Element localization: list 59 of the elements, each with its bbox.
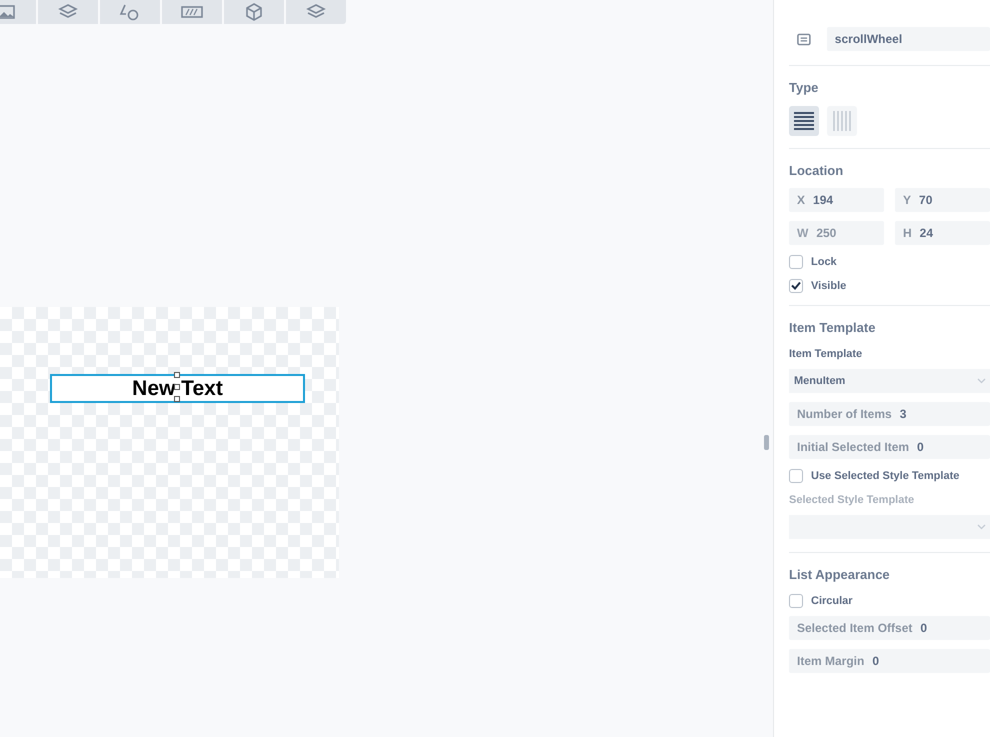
section-title: Type bbox=[789, 79, 820, 97]
field-value: 0 bbox=[920, 620, 928, 637]
section-title: List Appearance bbox=[789, 566, 891, 584]
chevron-down-icon bbox=[977, 524, 986, 530]
dropdown[interactable]: MenuItem bbox=[789, 369, 990, 393]
toolbar-button[interactable] bbox=[100, 0, 160, 24]
field-label: W bbox=[797, 225, 808, 242]
input-field[interactable]: Initial Selected Item 0 bbox=[789, 435, 990, 459]
field-value: 250 bbox=[816, 225, 836, 242]
input-field[interactable]: Selected Item Offset 0 bbox=[789, 616, 990, 640]
layers-icon bbox=[306, 3, 326, 21]
toolbar-button[interactable] bbox=[286, 0, 346, 24]
image-icon bbox=[0, 5, 15, 19]
checkbox-label: Use Selected Style Template bbox=[811, 469, 960, 484]
checkbox[interactable] bbox=[789, 255, 803, 270]
dropdown-value: MenuItem bbox=[794, 374, 846, 389]
field-value: 24 bbox=[920, 225, 934, 242]
field-value: 0 bbox=[872, 653, 880, 670]
checkbox-label: Lock bbox=[811, 255, 837, 270]
field-caption: Selected Style Template bbox=[789, 492, 916, 508]
layout-toggle-button[interactable] bbox=[789, 106, 819, 136]
input-field[interactable]: H 24 bbox=[895, 221, 990, 245]
checkbox-label: Circular bbox=[811, 594, 853, 608]
horizontal-lines-icon bbox=[794, 112, 814, 130]
shapes-icon bbox=[119, 3, 141, 21]
vertical-lines-icon bbox=[833, 110, 851, 130]
field-value: 194 bbox=[813, 192, 834, 209]
toolbar-button[interactable] bbox=[38, 0, 98, 24]
cube-icon bbox=[244, 2, 264, 22]
field-label: Number of Items bbox=[797, 406, 892, 423]
field-value: 3 bbox=[900, 406, 906, 423]
field-value: 0 bbox=[917, 439, 924, 456]
field-label: H bbox=[903, 225, 912, 242]
field-label: Item Margin bbox=[797, 653, 864, 670]
section-title: Location bbox=[789, 162, 844, 180]
section-title: Item Template bbox=[789, 319, 876, 337]
field-label: X bbox=[797, 192, 806, 209]
chevron-down-icon bbox=[977, 378, 986, 384]
toolbar-button[interactable] bbox=[162, 0, 222, 24]
checkbox[interactable] bbox=[789, 278, 803, 293]
text-list-icon bbox=[797, 32, 811, 46]
field-value: 70 bbox=[919, 192, 932, 209]
panel-resize-handle[interactable] bbox=[764, 435, 769, 450]
field-caption: Item Template bbox=[789, 346, 864, 362]
input-field[interactable]: Item Margin 0 bbox=[789, 649, 990, 673]
checkbox[interactable] bbox=[789, 594, 803, 608]
name-field[interactable]: scrollWheel bbox=[826, 27, 990, 51]
layers-icon bbox=[58, 3, 78, 21]
field-label: Y bbox=[903, 192, 912, 209]
input-field[interactable]: X 194 bbox=[789, 188, 884, 212]
input-field[interactable]: Number of Items 3 bbox=[789, 402, 990, 426]
toolbar-button[interactable] bbox=[224, 0, 284, 24]
checkbox[interactable] bbox=[789, 469, 803, 484]
field-label: Selected Item Offset bbox=[797, 620, 912, 637]
field-label: Initial Selected Item bbox=[797, 439, 910, 456]
layout-toggle-button[interactable] bbox=[827, 106, 857, 136]
input-field[interactable]: Y 70 bbox=[895, 188, 990, 212]
checkbox-label: Visible bbox=[811, 278, 846, 294]
progress-bar-icon bbox=[181, 6, 203, 18]
